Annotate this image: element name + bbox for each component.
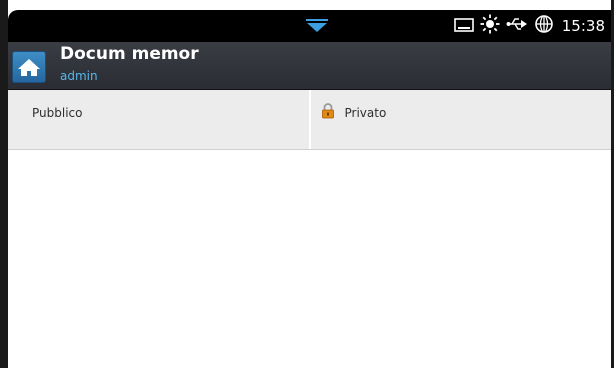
left-bezel (0, 0, 8, 368)
tab-private-label: Privato (344, 105, 387, 120)
tab-public[interactable]: Pubblico (8, 90, 309, 149)
notification-handle-icon[interactable] (304, 18, 330, 34)
top-margin (0, 0, 614, 10)
home-icon (13, 59, 45, 86)
clock: 15:38 (561, 17, 605, 35)
usb-icon (506, 16, 528, 36)
screen-icon (453, 17, 474, 36)
page-title: Docum memor (60, 44, 199, 64)
status-bar: 15:38 (8, 10, 611, 42)
tab-private[interactable]: Privato (308, 90, 611, 149)
tab-public-label: Pubblico (32, 105, 83, 120)
status-icons: 15:38 (453, 14, 605, 38)
title-bar: Docum memor admin (8, 42, 611, 90)
folder-tabs: Pubblico Privato (8, 90, 611, 150)
device-screen: 15:38 Docum memor admin Pubblico Privato (0, 0, 614, 368)
user-name: admin (60, 69, 98, 83)
home-button[interactable] (12, 51, 46, 83)
sun-icon (480, 14, 500, 38)
lock-icon (321, 103, 335, 119)
globe-icon (534, 14, 554, 38)
document-list-area (8, 150, 611, 368)
